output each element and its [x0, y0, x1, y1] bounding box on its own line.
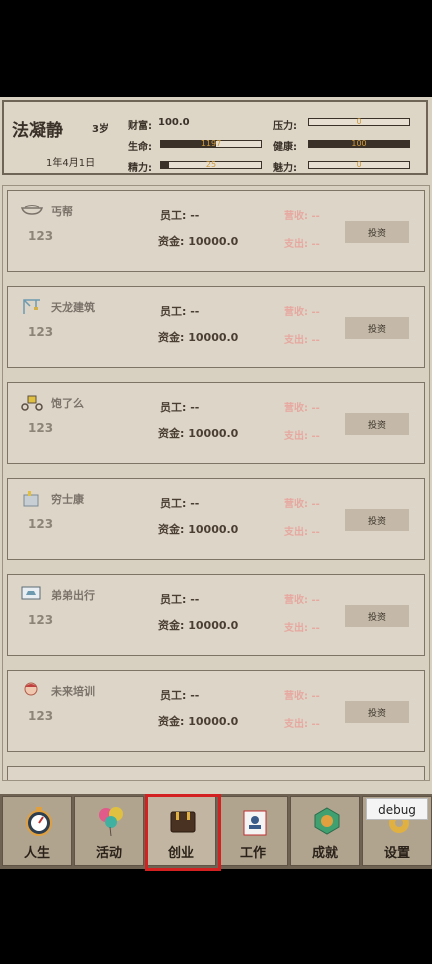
business-card: 丐帮 123 员工: -- 资金: 10000.0 营收: -- 支出: -- …	[7, 190, 425, 272]
tab-label: 创业	[167, 846, 194, 861]
energy-value: 25	[205, 160, 217, 169]
funds-text: 资金: 10000.0	[158, 331, 239, 344]
funds-text: 资金: 10000.0	[158, 715, 239, 728]
stopwatch-icon	[26, 807, 52, 836]
tab-label: 人生	[23, 846, 50, 861]
expense-text: 支出: --	[284, 335, 320, 346]
employees-text: 员工: --	[160, 497, 200, 510]
revenue-text: 营收: --	[284, 595, 320, 606]
revenue-text: 营收: --	[284, 691, 320, 702]
business-card: 未来培训 123 员工: -- 资金: 10000.0 营收: -- 支出: -…	[7, 670, 425, 752]
business-card-partial	[7, 766, 425, 780]
game-screen: 法凝静 3岁 1年4月1日 财富: 100.0 生命: 1197 精力: 25 …	[0, 97, 432, 871]
scooter-icon	[21, 395, 43, 411]
business-name: 穷士康	[51, 493, 84, 506]
student-icon	[24, 682, 38, 696]
badge-card-icon	[243, 810, 267, 836]
bowl-icon	[20, 205, 44, 215]
player-name: 法凝静	[12, 121, 63, 141]
revenue-text: 营收: --	[284, 307, 320, 318]
health-value: 100	[351, 139, 367, 148]
game-date: 1年4月1日	[46, 158, 96, 169]
player-age: 3岁	[92, 124, 109, 135]
funds-text: 资金: 10000.0	[158, 427, 239, 440]
business-card: 穷士康 123 员工: -- 资金: 10000.0 营收: -- 支出: --…	[7, 478, 425, 560]
pressure-value: 0	[356, 117, 362, 126]
business-number: 123	[28, 325, 54, 339]
energy-bar: 25	[160, 160, 262, 169]
business-name: 丐帮	[51, 205, 73, 218]
expense-text: 支出: --	[284, 623, 320, 634]
business-number: 123	[28, 229, 54, 243]
energy-label: 精力:	[128, 163, 152, 174]
tab-activity[interactable]: 活动	[74, 796, 144, 866]
balloons-icon	[99, 807, 123, 837]
employees-text: 员工: --	[160, 305, 200, 318]
debug-button[interactable]: debug	[366, 798, 428, 820]
charm-value: 0	[356, 160, 362, 169]
life-label: 生命:	[128, 142, 152, 153]
profile-panel: 法凝静 3岁 1年4月1日 财富: 100.0 生命: 1197 精力: 25 …	[2, 100, 428, 175]
tab-work[interactable]: 工作	[218, 796, 288, 866]
factory-icon	[23, 491, 39, 507]
business-name: 天龙建筑	[51, 301, 95, 314]
invest-button[interactable]: 投资	[345, 413, 409, 435]
business-name: 未来培训	[51, 685, 95, 698]
invest-button[interactable]: 投资	[345, 701, 409, 723]
invest-button[interactable]: 投资	[345, 605, 409, 627]
invest-button[interactable]: 投资	[345, 509, 409, 531]
funds-text: 资金: 10000.0	[158, 235, 239, 248]
wealth-value: 100.0	[158, 117, 190, 128]
business-number: 123	[28, 517, 54, 531]
business-number: 123	[28, 709, 54, 723]
expense-text: 支出: --	[284, 431, 320, 442]
briefcase-icon	[170, 811, 196, 833]
pressure-label: 压力:	[273, 121, 297, 132]
business-number: 123	[28, 613, 54, 627]
life-bar: 1197	[160, 139, 262, 148]
employees-text: 员工: --	[160, 401, 200, 414]
tab-label: 设置	[383, 846, 410, 861]
tab-achievement[interactable]: 成就	[290, 796, 360, 866]
tab-life[interactable]: 人生	[2, 796, 72, 866]
revenue-text: 营收: --	[284, 403, 320, 414]
invest-button[interactable]: 投资	[345, 221, 409, 243]
funds-text: 资金: 10000.0	[158, 619, 239, 632]
pressure-bar: 0	[308, 117, 410, 126]
business-card: 弟弟出行 123 员工: -- 资金: 10000.0 营收: -- 支出: -…	[7, 574, 425, 656]
health-label: 健康:	[273, 142, 297, 153]
life-value: 1197	[200, 139, 222, 148]
funds-text: 资金: 10000.0	[158, 523, 239, 536]
crane-icon	[23, 299, 40, 314]
business-card: 饱了么 123 员工: -- 资金: 10000.0 营收: -- 支出: --…	[7, 382, 425, 464]
charm-bar: 0	[308, 160, 410, 169]
business-list[interactable]: 丐帮 123 员工: -- 资金: 10000.0 营收: -- 支出: -- …	[2, 185, 430, 781]
business-name: 弟弟出行	[51, 589, 95, 602]
expense-text: 支出: --	[284, 527, 320, 538]
tab-label: 工作	[239, 846, 266, 861]
business-card: 天龙建筑 123 员工: -- 资金: 10000.0 营收: -- 支出: -…	[7, 286, 425, 368]
employees-text: 员工: --	[160, 689, 200, 702]
employees-text: 员工: --	[160, 209, 200, 222]
charm-label: 魅力:	[273, 163, 297, 174]
expense-text: 支出: --	[284, 239, 320, 250]
car-screen-icon	[21, 586, 41, 600]
tab-label: 活动	[95, 846, 122, 861]
health-bar: 100	[308, 139, 410, 148]
employees-text: 员工: --	[160, 593, 200, 606]
medal-icon	[314, 807, 340, 835]
wealth-label: 财富:	[128, 121, 152, 132]
tab-startup[interactable]: 创业	[146, 796, 216, 866]
business-number: 123	[28, 421, 54, 435]
tab-label: 成就	[311, 846, 338, 861]
invest-button[interactable]: 投资	[345, 317, 409, 339]
expense-text: 支出: --	[284, 719, 320, 730]
revenue-text: 营收: --	[284, 499, 320, 510]
revenue-text: 营收: --	[284, 211, 320, 222]
business-name: 饱了么	[51, 397, 84, 410]
